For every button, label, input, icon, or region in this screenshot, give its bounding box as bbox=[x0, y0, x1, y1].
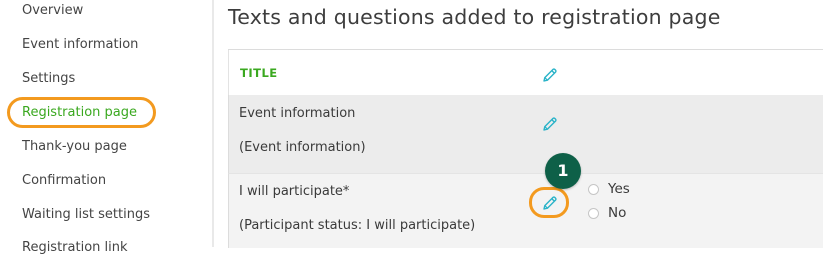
row-label: TITLE bbox=[240, 66, 278, 80]
row-sublabel: (Participant status: I will participate) bbox=[239, 218, 476, 233]
radio-label: Yes bbox=[608, 181, 630, 197]
table-row: Event information (Event information) bbox=[228, 95, 823, 173]
sidebar-item-thank-you-page[interactable]: Thank-you page bbox=[22, 139, 127, 154]
edit-button[interactable] bbox=[541, 115, 559, 133]
sidebar-item-confirmation[interactable]: Confirmation bbox=[22, 173, 106, 188]
page-title: Texts and questions added to registratio… bbox=[228, 5, 721, 29]
sidebar-divider bbox=[212, 0, 214, 247]
sidebar-item-settings[interactable]: Settings bbox=[22, 71, 75, 86]
pencil-icon bbox=[543, 196, 557, 210]
edit-button[interactable] bbox=[541, 194, 559, 212]
radio-button[interactable] bbox=[588, 184, 599, 195]
sidebar-item-overview[interactable]: Overview bbox=[22, 3, 83, 18]
questions-table: TITLE Event information (Event informati… bbox=[228, 49, 823, 248]
row-sublabel: (Event information) bbox=[239, 140, 366, 155]
step-badge: 1 bbox=[545, 153, 581, 189]
sidebar-item-registration-page[interactable]: Registration page bbox=[22, 105, 137, 120]
radio-label: No bbox=[608, 205, 627, 221]
table-row: I will participate* (Participant status:… bbox=[228, 173, 823, 248]
edit-button[interactable] bbox=[541, 66, 559, 84]
row-label: Event information bbox=[239, 106, 356, 121]
table-row: TITLE bbox=[228, 50, 823, 95]
sidebar-item-event-information[interactable]: Event information bbox=[22, 37, 138, 52]
radio-button[interactable] bbox=[588, 208, 599, 219]
pencil-icon bbox=[543, 68, 557, 82]
sidebar: Overview Event information Settings Regi… bbox=[0, 0, 212, 255]
row-label: I will participate* bbox=[239, 184, 350, 199]
sidebar-item-registration-link[interactable]: Registration link bbox=[22, 240, 128, 255]
sidebar-item-waiting-list-settings[interactable]: Waiting list settings bbox=[22, 207, 150, 222]
pencil-icon bbox=[543, 117, 557, 131]
